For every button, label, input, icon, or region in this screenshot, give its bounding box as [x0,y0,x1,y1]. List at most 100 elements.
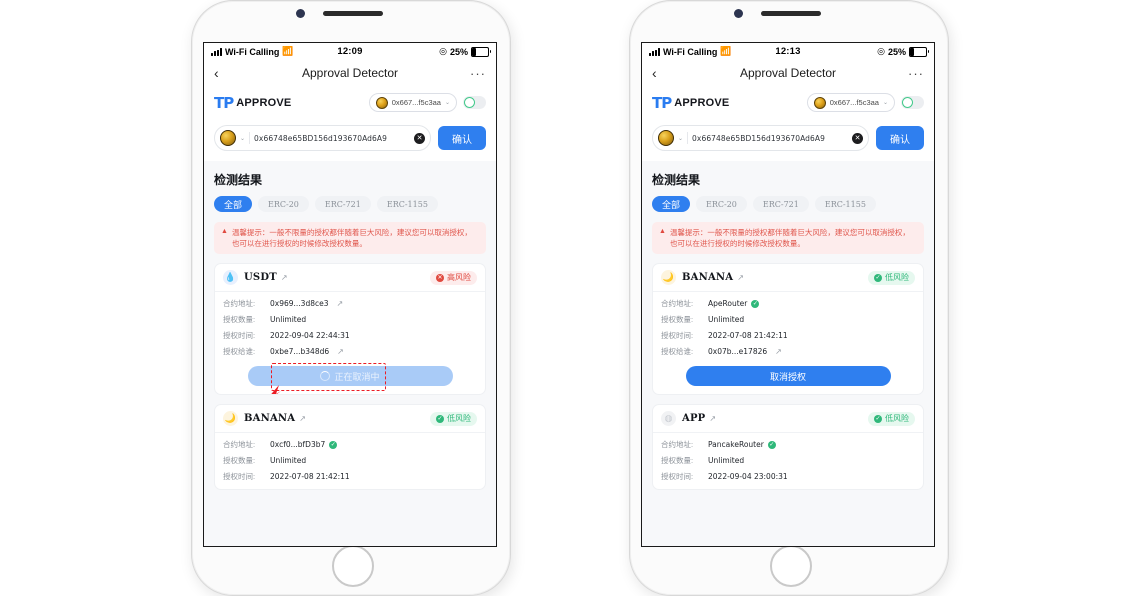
battery-percent-label: 25% [887,46,906,57]
token-name: BANANA [682,272,734,283]
detail-label: 授权时间: [661,331,694,340]
detail-value: 0x07b...e17826 [708,347,768,356]
wallet-address-label: 0x667...f5c3aa [829,98,879,107]
detail-row: 授权给谁: 0x07b...e17826 ↗ [661,346,915,357]
status-left: Wi-Fi Calling 📶 [649,46,775,57]
back-arrow-icon[interactable]: ‹ [214,65,234,81]
wifi-icon: 📶 [720,46,732,56]
network-toggle[interactable] [463,96,486,109]
card-body: 合约地址: PancakeRouter ✓ 授权数量: Unlimited 授权时间: 20… [653,433,923,489]
tab-erc-721[interactable]: ERC-721 [752,196,809,212]
detail-value: Unlimited [708,456,745,465]
nav-bar: ‹ Approval Detector ··· [204,60,496,86]
verified-icon: ✓ [751,299,760,308]
page-title: Approval Detector [739,66,837,80]
filter-tabs: 全部 ERC-20 ERC-721 ERC-1155 [214,196,486,212]
loading-spinner-icon [320,371,331,381]
detail-label: 授权数量: [661,315,694,324]
detail-label: 授权给谁: [223,347,256,356]
address-input[interactable]: ⌄ 0x66748e65BD156d193670Ad6A9 ✕ [652,125,869,151]
external-link-icon[interactable]: ↗ [709,414,716,423]
tab-全部[interactable]: 全部 [214,196,253,212]
status-bar: Wi-Fi Calling 📶 12:13 ◎ 25% [642,43,934,60]
more-options-icon[interactable]: ··· [904,66,924,81]
approval-card: 🌙 BANANA ↗ ✓ 低风险 合约地址: ApeRouter ✓ 授权数量: Unlimite… [652,263,924,395]
wallet-address-chip[interactable]: 0x667...f5c3aa ⌄ [368,93,457,112]
detail-label: 合约地址: [661,440,694,449]
dapp-header: TP APPROVE 0x667...f5c3aa ⌄ [204,86,496,119]
status-left: Wi-Fi Calling 📶 [211,46,337,57]
cancel-approval-button[interactable]: 取消授权 [685,366,891,386]
chevron-down-icon: ⌄ [240,135,246,142]
cancelling-button[interactable]: 正在取消中 [247,366,453,386]
token-name: APP [682,413,706,424]
address-input-value: 0x66748e65BD156d193670Ad6A9 [692,133,826,143]
detail-value-wrap: 2022-09-04 23:00:31 [708,472,788,481]
detail-value-wrap: 0xcf0...bfD3b7 ✓ [270,440,338,449]
approval-card: 🌙 BANANA ↗ ✓ 低风险合约地址: 0xcf0...bfD3b7 ✓ 授权数量: Unl… [214,404,486,490]
network-toggle[interactable] [901,96,924,109]
detail-row: 合约地址: ApeRouter ✓ [661,298,915,309]
detail-value: Unlimited [270,456,307,465]
tab-erc-20[interactable]: ERC-20 [258,196,309,212]
confirm-button[interactable]: 确认 [876,126,924,150]
detail-value: 2022-09-04 22:44:31 [270,331,350,340]
status-clock: 12:09 [337,46,363,57]
signal-bars-icon [649,47,660,56]
address-input-value: 0x66748e65BD156d193670Ad6A9 [254,133,388,143]
external-link-icon[interactable]: ↗ [337,299,344,308]
risk-badge: ✓ 低风险 [868,270,915,285]
approval-card: 💧 USDT ↗ ✕ 高风险 合约地址: 0x969...3d8ce3 ↗ 授权数量: Unlim… [214,263,486,395]
carrier-label: Wi-Fi Calling [663,46,718,57]
card-header: ◍ APP ↗ ✓ 低风险 [653,405,923,433]
divider [249,132,251,144]
bnb-coin-icon [375,96,388,109]
card-body: 合约地址: 0xcf0...bfD3b7 ✓ 授权数量: Unlimited 授权时间: 2… [215,433,485,489]
external-link-icon[interactable]: ↗ [281,273,288,282]
confirm-button[interactable]: 确认 [438,126,486,150]
token-name: BANANA [244,413,296,424]
detail-label: 授权数量: [661,456,694,465]
risk-label: 高风险 [447,273,471,282]
action-wrap: 正在取消中 [223,363,477,394]
token-icon: 🌙 [223,411,238,426]
back-arrow-icon[interactable]: ‹ [652,65,672,81]
section-title: 检测结果 [652,173,701,187]
speaker-grille-icon [323,11,383,16]
clear-icon[interactable]: ✕ [414,132,425,144]
detail-row: 授权数量: Unlimited [661,314,915,325]
home-button[interactable] [332,545,374,587]
phone-left: Wi-Fi Calling 📶 12:09 ◎ 25% ‹ Approval Detecto… [191,0,511,596]
external-link-icon[interactable]: ↗ [337,347,344,356]
detail-row: 授权时间: 2022-09-04 23:00:31 [661,471,915,482]
detail-row: 合约地址: 0xcf0...bfD3b7 ✓ [223,439,477,450]
phone-screen: Wi-Fi Calling 📶 12:09 ◎ 25% ‹ Approval Detecto… [203,42,497,547]
detail-value: Unlimited [270,315,307,324]
more-options-icon[interactable]: ··· [466,66,486,81]
action-wrap: 取消授权 [661,366,915,386]
risk-badge: ✕ 高风险 [430,270,477,285]
location-icon: ◎ [877,46,885,56]
tab-erc-20[interactable]: ERC-20 [696,196,747,212]
detail-value: 2022-07-08 21:42:11 [270,472,350,481]
content-area: 检测结果 全部 ERC-20 ERC-721 ERC-1155 ▲ 温馨提示：一般不限量的授… [204,171,496,490]
external-link-icon[interactable]: ↗ [299,414,306,423]
external-link-icon[interactable]: ↗ [775,347,782,356]
signal-bars-icon [211,47,222,56]
status-bar: Wi-Fi Calling 📶 12:09 ◎ 25% [204,43,496,60]
home-button[interactable] [770,545,812,587]
external-link-icon[interactable]: ↗ [737,273,744,282]
address-input[interactable]: ⌄ 0x66748e65BD156d193670Ad6A9 ✕ [214,125,431,151]
risk-badge: ✓ 低风险 [430,411,477,426]
detail-row: 授权数量: Unlimited [223,455,477,466]
tab-erc-1155[interactable]: ERC-1155 [376,196,438,212]
warning-banner: ▲ 温馨提示：一般不限量的授权都伴随着巨大风险，建议您可以取消授权，也可以在进行授… [214,222,486,254]
tab-erc-1155[interactable]: ERC-1155 [814,196,876,212]
wallet-address-chip[interactable]: 0x667...f5c3aa ⌄ [806,93,895,112]
clear-icon[interactable]: ✕ [852,132,863,144]
tab-erc-721[interactable]: ERC-721 [314,196,371,212]
nav-bar: ‹ Approval Detector ··· [642,60,934,86]
warning-text: 温馨提示：一般不限量的授权都伴随着巨大风险，建议您可以取消授权，也可以在进行授权… [669,228,910,248]
tab-全部[interactable]: 全部 [652,196,691,212]
risk-badge: ✓ 低风险 [868,411,915,426]
